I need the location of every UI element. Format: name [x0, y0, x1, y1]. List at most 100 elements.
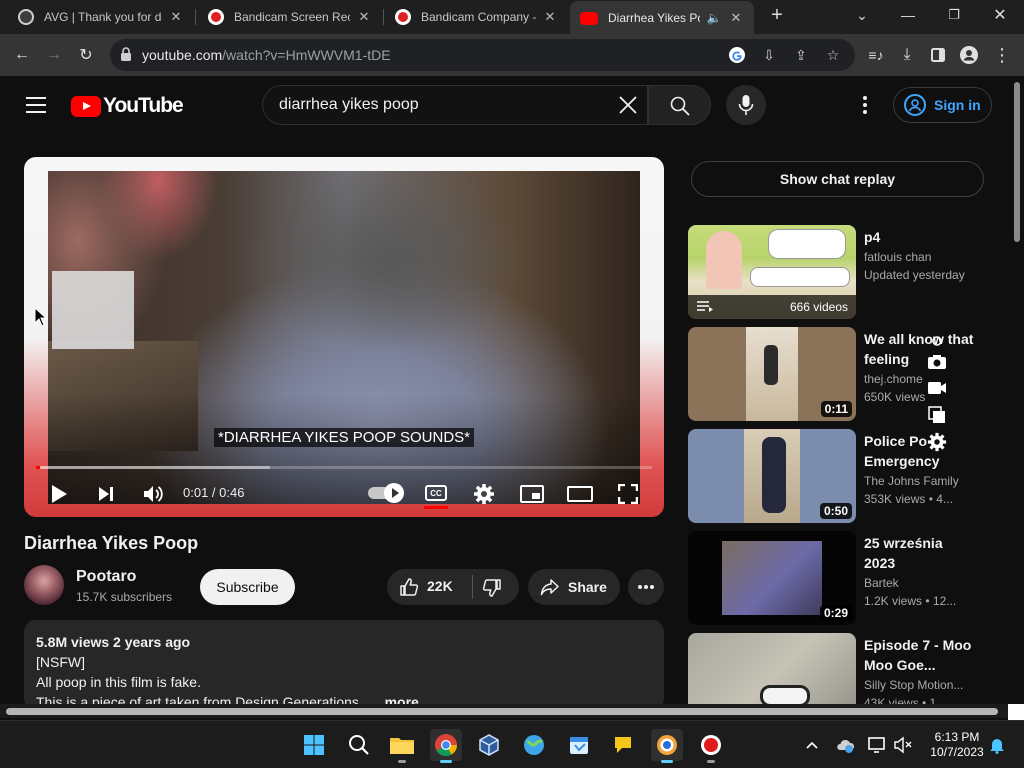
tab-search-chevron-icon[interactable]: ⌄: [840, 0, 884, 30]
share-page-icon[interactable]: ⇪: [791, 46, 811, 64]
network-button[interactable]: [864, 729, 890, 761]
search-input[interactable]: diarrhea yikes poop: [262, 85, 648, 125]
vertical-scroll-thumb[interactable]: [1014, 82, 1020, 242]
globe-app-taskbar-button[interactable]: [518, 729, 550, 761]
settings-kebab-icon[interactable]: [855, 92, 875, 118]
recommendation-thumbnail[interactable]: 0:50: [688, 429, 856, 523]
bandicam-taskbar-button[interactable]: [695, 729, 727, 763]
like-button[interactable]: [399, 577, 419, 600]
google-icon[interactable]: [727, 46, 747, 64]
system-clock[interactable]: 6:13 PM 10/7/2023: [922, 730, 992, 760]
recommendation-item[interactable]: 666 videos p4 fatlouis chan Updated yest…: [688, 225, 988, 319]
close-tab-icon[interactable]: ✕: [168, 9, 184, 25]
camera-icon[interactable]: [926, 351, 948, 373]
more-actions-button[interactable]: [628, 569, 664, 605]
recommendation-thumbnail[interactable]: 0:29: [688, 531, 856, 625]
recommendation-channel[interactable]: thej.chome: [864, 372, 923, 386]
profile-icon[interactable]: [955, 42, 983, 68]
description-box[interactable]: 5.8M views 2 years ago [NSFW] All poop i…: [24, 620, 664, 710]
tray-app-icon-button[interactable]: [832, 729, 858, 761]
install-app-icon[interactable]: ⇩: [759, 46, 779, 64]
downloads-icon[interactable]: ⤓: [893, 42, 921, 68]
browser-tab-bandicam-reco[interactable]: Bandicam Screen Reco ✕: [198, 0, 382, 34]
recommendation-title[interactable]: Police Po Emergency: [864, 431, 974, 471]
miniplayer-button[interactable]: [519, 483, 545, 505]
show-chat-replay-button[interactable]: Show chat replay: [691, 161, 984, 197]
gear-icon[interactable]: [926, 431, 948, 453]
hamburger-menu-icon[interactable]: [26, 97, 46, 113]
browser-app-taskbar-button[interactable]: [651, 729, 683, 763]
autoplay-toggle[interactable]: [368, 483, 404, 503]
voice-search-button[interactable]: [726, 85, 766, 125]
clear-search-icon[interactable]: [615, 92, 641, 118]
browser-tab-bandicam-company[interactable]: Bandicam Company - ✕: [385, 0, 568, 34]
recommendation-title[interactable]: Episode 7 - Moo Moo Goe...: [864, 635, 974, 675]
show-hidden-icons-button[interactable]: [800, 729, 824, 761]
virtualbox-taskbar-button[interactable]: [473, 729, 505, 761]
dislike-button[interactable]: [482, 578, 502, 601]
recommendation-title[interactable]: p4: [864, 227, 974, 247]
progress-bar[interactable]: [36, 466, 652, 469]
minimize-button[interactable]: —: [886, 0, 930, 30]
browser-tab-avg[interactable]: AVG | Thank you for do ✕: [8, 0, 194, 34]
theater-mode-button[interactable]: [566, 483, 594, 505]
restore-button[interactable]: ❐: [932, 0, 976, 30]
recommendation-thumbnail[interactable]: 666 videos: [688, 225, 856, 319]
speaker-icon[interactable]: 🔈: [706, 11, 722, 25]
browser-tab-youtube[interactable]: Diarrhea Yikes Poo 🔈 ✕: [570, 1, 754, 35]
side-panel-icon[interactable]: [924, 42, 952, 68]
recommendation-channel[interactable]: Silly Stop Motion...: [864, 678, 963, 692]
recommendation-channel[interactable]: The Johns Family: [864, 474, 959, 488]
close-tab-icon[interactable]: ✕: [728, 10, 744, 26]
lock-icon[interactable]: [120, 47, 132, 61]
video-camera-icon[interactable]: [926, 377, 948, 399]
video-frame[interactable]: [48, 171, 640, 504]
search-button[interactable]: [648, 85, 711, 125]
recommendation-channel[interactable]: Bartek: [864, 576, 899, 590]
recommendation-thumbnail[interactable]: 0:11: [688, 327, 856, 421]
horizontal-scroll-thumb[interactable]: [6, 708, 998, 715]
sign-in-button[interactable]: Sign in: [893, 87, 992, 123]
reload-button[interactable]: ↻: [72, 42, 100, 68]
recommendation-thumbnail[interactable]: [688, 633, 856, 704]
youtube-logo[interactable]: YouTube: [71, 94, 184, 118]
back-button[interactable]: ←: [8, 42, 36, 68]
taskbar-search-button[interactable]: [343, 729, 375, 761]
channel-avatar[interactable]: [24, 565, 64, 605]
notifications-button[interactable]: [986, 729, 1008, 761]
play-button[interactable]: [46, 482, 72, 506]
close-window-button[interactable]: ✕: [978, 0, 1022, 30]
forward-button[interactable]: →: [40, 42, 68, 68]
new-tab-button[interactable]: +: [762, 0, 792, 30]
chrome-taskbar-button[interactable]: [430, 729, 462, 763]
settings-button[interactable]: [472, 482, 496, 506]
copy-icon[interactable]: [926, 404, 948, 426]
recommendation-item[interactable]: 0:29 25 września 2023 Bartek 1.2K views …: [688, 531, 988, 625]
recommendation-title[interactable]: 25 września 2023: [864, 533, 974, 573]
bookmark-star-icon[interactable]: ☆: [823, 46, 843, 64]
subscribe-button[interactable]: Subscribe: [200, 569, 295, 605]
start-button[interactable]: [298, 729, 330, 761]
share-button[interactable]: Share: [528, 569, 620, 605]
close-tab-icon[interactable]: ✕: [542, 9, 558, 25]
fullscreen-button[interactable]: [616, 482, 640, 506]
feedback-app-taskbar-button[interactable]: [607, 729, 639, 761]
subtitles-button[interactable]: CC: [424, 483, 448, 509]
recommendation-channel[interactable]: fatlouis chan: [864, 250, 931, 264]
video-player[interactable]: *DIARRHEA YIKES POOP SOUNDS* 0:01 / 0:46…: [24, 157, 664, 517]
pin-icon[interactable]: [926, 334, 948, 348]
vertical-scrollbar[interactable]: [1010, 76, 1024, 704]
next-button[interactable]: [94, 482, 118, 506]
browser-menu-icon[interactable]: ⋮: [988, 42, 1016, 68]
horizontal-scrollbar[interactable]: [0, 704, 1010, 718]
recommendation-item[interactable]: Episode 7 - Moo Moo Goe... Silly Stop Mo…: [688, 633, 988, 704]
file-explorer-button[interactable]: [386, 729, 418, 763]
address-bar[interactable]: youtube.com/watch?v=HmWWVM1-tDE ⇩ ⇪ ☆: [110, 39, 855, 71]
calendar-app-taskbar-button[interactable]: [563, 729, 595, 761]
recommendation-title[interactable]: We all know that feeling: [864, 329, 974, 369]
volume-tray-button[interactable]: [890, 729, 916, 761]
volume-button[interactable]: [140, 482, 166, 506]
channel-name[interactable]: Pootaro: [76, 568, 136, 586]
close-tab-icon[interactable]: ✕: [356, 9, 372, 25]
media-control-icon[interactable]: ≡♪: [862, 42, 890, 68]
